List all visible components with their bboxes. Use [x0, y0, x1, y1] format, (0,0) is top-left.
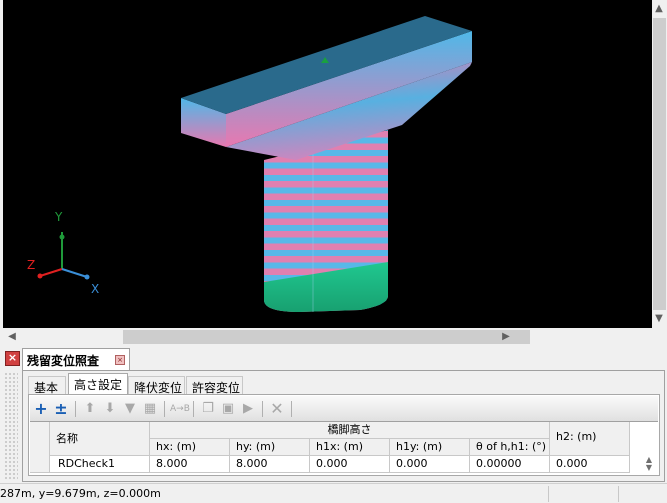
tab-allowable-displacement[interactable]: 許容変位 [186, 376, 243, 395]
tab-label: 高さ設定 [74, 378, 123, 392]
z-axis-label: Z [27, 258, 36, 272]
tab-label: 基本 [34, 381, 59, 395]
panel-drag-grip[interactable] [4, 372, 18, 480]
move-down-icon[interactable]: ⬇ [101, 400, 119, 418]
tab-height-settings[interactable]: 高さ設定 [68, 373, 128, 395]
cell-h2[interactable]: 0.000 [550, 456, 630, 473]
row-selector[interactable] [30, 456, 50, 473]
y-axis-label: Y [55, 210, 63, 224]
grid-scroll-spinner-icon[interactable]: ▲ ▼ [642, 456, 656, 473]
status-separator [618, 486, 619, 502]
filter-icon[interactable]: ▼ [121, 400, 139, 418]
status-bar: 287m, y=9.679m, z=0.000m [0, 483, 667, 503]
column-header-hy[interactable]: hy: (m) [230, 439, 310, 456]
column-header-name[interactable]: 名称 [50, 422, 150, 456]
toolbar-separator [193, 400, 194, 417]
horizontal-scroll-thumb[interactable] [123, 330, 530, 344]
scroll-up-icon[interactable]: ▲ [652, 2, 666, 16]
horizontal-scrollbar[interactable]: ◀ ▶ [3, 329, 652, 345]
insert-icon[interactable]: ± [52, 399, 70, 418]
data-grid: 名称 橋脚高さ hx: (m) hy: (m) h1x: (m) h1y: (m… [30, 422, 660, 474]
axis-triad [37, 232, 90, 280]
tab-label: 許容変位 [192, 381, 241, 395]
tab-basic[interactable]: 基本 [28, 376, 66, 395]
cursor-coordinates: 287m, y=9.679m, z=0.000m [0, 487, 161, 500]
add-icon[interactable]: + [32, 399, 50, 418]
copy-icon[interactable]: ❐ [199, 400, 217, 418]
export-icon[interactable]: ▶ [239, 400, 257, 418]
close-panel-icon[interactable]: × [5, 351, 20, 366]
column-header-h1x[interactable]: h1x: (m) [310, 439, 390, 456]
cell-theta[interactable]: 0.00000 [470, 456, 550, 473]
cell-name[interactable]: RDCheck1 [50, 456, 150, 473]
scroll-down-icon[interactable]: ▼ [652, 312, 666, 326]
vertical-scroll-thumb[interactable] [653, 18, 666, 310]
column-header-h2[interactable]: h2: (m) [550, 422, 630, 456]
pier-cap [181, 16, 472, 160]
vertical-scrollbar[interactable]: ▲ ▼ [652, 0, 667, 328]
grid-icon[interactable]: ▦ [141, 400, 159, 418]
tab-label: 降伏変位 [134, 381, 183, 395]
column-header-h1y[interactable]: h1y: (m) [390, 439, 470, 456]
cell-h1x[interactable]: 0.000 [310, 456, 390, 473]
toolbar-separator [164, 400, 165, 417]
paste-icon[interactable]: ▣ [219, 400, 237, 418]
3d-viewport[interactable]: Y Z X [3, 0, 652, 328]
tab-yield-displacement[interactable]: 降伏変位 [128, 376, 185, 395]
cell-hy[interactable]: 8.000 [230, 456, 310, 473]
scroll-right-icon[interactable]: ▶ [499, 330, 513, 344]
toolbar-separator [75, 400, 76, 417]
cell-h1y[interactable]: 0.000 [390, 456, 470, 473]
pier-model [37, 16, 472, 312]
cell-hx[interactable]: 8.000 [150, 456, 230, 473]
x-axis-label: X [91, 282, 100, 296]
scroll-left-icon[interactable]: ◀ [5, 330, 19, 344]
status-separator [548, 486, 549, 502]
delete-icon[interactable]: ✕ [268, 399, 286, 418]
move-up-icon[interactable]: ⬆ [81, 400, 99, 418]
panel-title: 残留変位照査 [27, 354, 100, 368]
group-header-pier-height: 橋脚高さ [150, 422, 550, 439]
column-header-hx[interactable]: hx: (m) [150, 439, 230, 456]
toolbar-separator [262, 400, 263, 417]
toolbar-separator [291, 400, 292, 417]
tab-residual-displacement[interactable]: 残留変位照査 [22, 348, 130, 371]
rename-icon[interactable]: A→B [170, 400, 190, 418]
close-tab-icon[interactable]: × [115, 355, 125, 365]
grid-toolbar: + ± ⬆ ⬇ ▼ ▦ A→B ❐ ▣ ▶ ✕ [30, 396, 658, 422]
column-header-theta[interactable]: θ of h,h1: (°) [470, 439, 550, 456]
